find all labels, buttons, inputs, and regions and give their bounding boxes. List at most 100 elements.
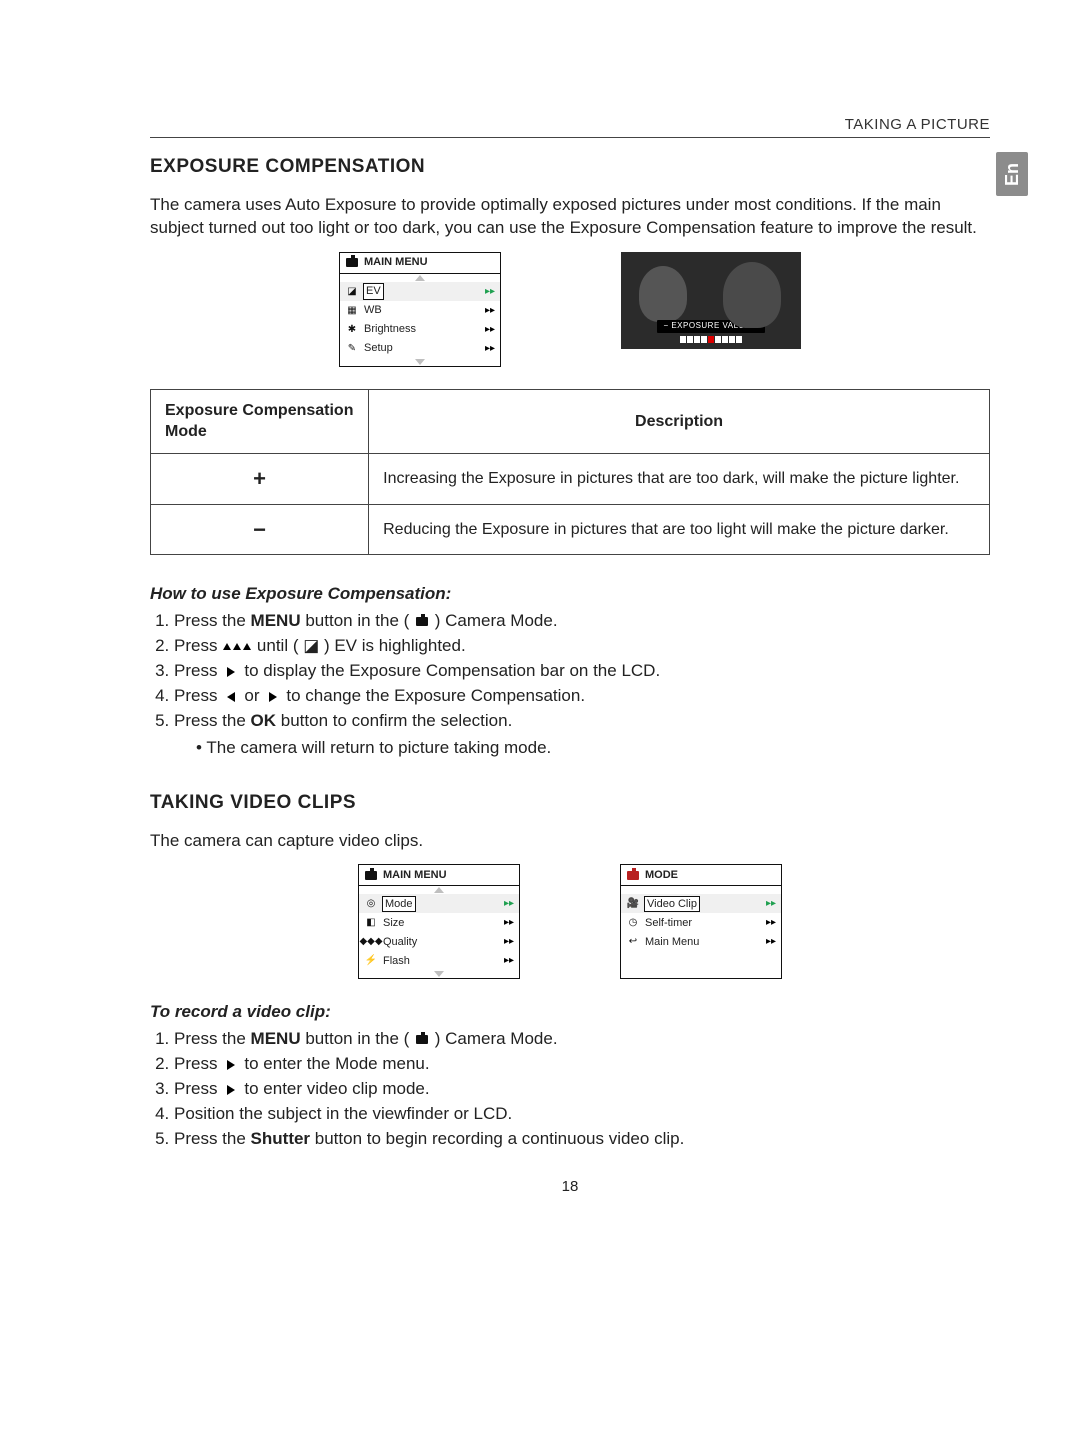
howto-video-title: To record a video clip: (150, 1001, 990, 1024)
menu-label: Setup (364, 341, 393, 356)
step-3: Press to display the Exposure Compensati… (174, 660, 990, 683)
step-1: Press the MENU button in the ( ) Camera … (174, 610, 990, 633)
menu-item-brightness: ✱ Brightness ▸▸ (340, 320, 500, 339)
menu-item-ev: ◪ EV ▸▸ (340, 282, 500, 301)
camera-icon (414, 1034, 430, 1046)
step-5: Press the Shutter button to begin record… (174, 1128, 990, 1151)
exposure-preview-screenshot: − EXPOSURE VALUE + (621, 252, 801, 367)
menu-item-setup: ✎ Setup ▸▸ (340, 339, 500, 358)
scroll-down-icon (340, 358, 500, 366)
minus-symbol: − (253, 517, 266, 542)
step-1: Press the MENU button in the ( ) Camera … (174, 1028, 990, 1051)
preview-image: − EXPOSURE VALUE + (621, 252, 801, 349)
exposure-value-label: − EXPOSURE VALUE + (657, 320, 764, 333)
page-number: 18 (150, 1177, 990, 1197)
table-head-desc: Description (369, 389, 990, 453)
menu-item-main-menu: ↩ Main Menu ▸▸ (621, 932, 781, 951)
table-row: − Reducing the Exposure in pictures that… (151, 504, 990, 555)
menu-label: Size (383, 916, 404, 931)
main-menu-screenshot-2: MAIN MENU ◎ Mode ▸▸ ◧ Size ▸▸ ◆◆◆ Qualit… (358, 864, 520, 979)
left-arrow-icon (227, 692, 235, 702)
step-2: Press to enter the Mode menu. (174, 1053, 990, 1076)
exposure-bar (680, 336, 742, 343)
camera-icon (346, 258, 358, 267)
menu-label: Flash (383, 954, 410, 969)
timer-icon: ◷ (627, 917, 639, 929)
chevron-right-icon: ▸▸ (485, 285, 495, 299)
camera-icon (414, 616, 430, 628)
menu-label: Mode (383, 897, 415, 912)
chevron-right-icon: ▸▸ (766, 935, 776, 949)
menu-item-mode: ◎ Mode ▸▸ (359, 894, 519, 913)
main-menu-screenshot: MAIN MENU ◪ EV ▸▸ ▦ WB ▸▸ ✱ Brightness ▸… (339, 252, 501, 367)
plus-symbol: + (253, 466, 266, 491)
right-arrow-icon (269, 692, 277, 702)
flash-icon: ⚡ (365, 955, 377, 967)
table-head-mode: Exposure Compensation Mode (151, 389, 369, 453)
menu-label: Quality (383, 935, 417, 950)
wb-icon: ▦ (346, 304, 358, 316)
step-5-note: • The camera will return to picture taki… (196, 737, 990, 760)
menu-item-size: ◧ Size ▸▸ (359, 913, 519, 932)
running-head: TAKING A PICTURE (150, 115, 990, 135)
camera-icon (627, 871, 639, 880)
section-video-title: TAKING VIDEO CLIPS (150, 790, 990, 816)
menu-label: EV (364, 284, 383, 299)
camera-icon (365, 871, 377, 880)
chevron-right-icon: ▸▸ (485, 304, 495, 318)
menu-label: Video Clip (645, 897, 699, 912)
chevron-right-icon: ▸▸ (485, 323, 495, 337)
menu-item-quality: ◆◆◆ Quality ▸▸ (359, 932, 519, 951)
scroll-down-icon (359, 970, 519, 978)
ev-icon: ◪ (303, 641, 319, 653)
menu-label: WB (364, 303, 382, 318)
table-row: + Increasing the Exposure in pictures th… (151, 453, 990, 504)
size-icon: ◧ (365, 917, 377, 929)
step-2: Press until ( ◪ ) EV is highlighted. (174, 635, 990, 658)
howto-exposure-steps: Press the MENU button in the ( ) Camera … (150, 610, 990, 760)
right-arrow-icon (227, 1060, 235, 1070)
chevron-right-icon: ▸▸ (485, 342, 495, 356)
star-icon: ✱ (346, 323, 358, 335)
menu-title: MAIN MENU (364, 255, 428, 270)
quality-icon: ◆◆◆ (365, 936, 377, 948)
chevron-right-icon: ▸▸ (504, 954, 514, 968)
menu-titlebar: MAIN MENU (340, 253, 500, 274)
menu-title: MODE (645, 868, 678, 883)
section-exposure-title: EXPOSURE COMPENSATION (150, 154, 990, 180)
table-cell-desc: Increasing the Exposure in pictures that… (369, 453, 990, 504)
step-4: Position the subject in the viewfinder o… (174, 1103, 990, 1126)
chevron-right-icon: ▸▸ (504, 897, 514, 911)
menu-title: MAIN MENU (383, 868, 447, 883)
wrench-icon: ✎ (346, 342, 358, 354)
ev-icon: ◪ (346, 285, 358, 297)
menu-label: Brightness (364, 322, 416, 337)
howto-exposure-title: How to use Exposure Compensation: (150, 583, 990, 606)
chevron-right-icon: ▸▸ (504, 935, 514, 949)
back-icon: ↩ (627, 936, 639, 948)
language-tab: En (996, 152, 1028, 196)
table-cell-desc: Reducing the Exposure in pictures that a… (369, 504, 990, 555)
step-5: Press the OK button to confirm the selec… (174, 710, 990, 760)
section-exposure-intro: The camera uses Auto Exposure to provide… (150, 194, 990, 240)
scroll-up-icon (621, 886, 781, 894)
howto-video-steps: Press the MENU button in the ( ) Camera … (150, 1028, 990, 1151)
up-arrows-icon (222, 636, 252, 655)
step-4: Press or to change the Exposure Compensa… (174, 685, 990, 708)
menu-item-self-timer: ◷ Self-timer ▸▸ (621, 913, 781, 932)
manual-page: TAKING A PICTURE En EXPOSURE COMPENSATIO… (0, 0, 1080, 1429)
exposure-mode-table: Exposure Compensation Mode Description +… (150, 389, 990, 556)
video-screenshots: MAIN MENU ◎ Mode ▸▸ ◧ Size ▸▸ ◆◆◆ Qualit… (150, 864, 990, 979)
exposure-screenshots: MAIN MENU ◪ EV ▸▸ ▦ WB ▸▸ ✱ Brightness ▸… (150, 252, 990, 367)
scroll-up-icon (340, 274, 500, 282)
menu-item-video-clip: 🎥 Video Clip ▸▸ (621, 894, 781, 913)
chevron-right-icon: ▸▸ (766, 916, 776, 930)
scroll-up-icon (359, 886, 519, 894)
header-rule (150, 137, 990, 138)
exposure-overlay: − EXPOSURE VALUE + (621, 320, 801, 343)
video-icon: 🎥 (627, 898, 639, 910)
menu-item-flash: ⚡ Flash ▸▸ (359, 951, 519, 970)
chevron-right-icon: ▸▸ (766, 897, 776, 911)
section-video-intro: The camera can capture video clips. (150, 830, 990, 853)
right-arrow-icon (227, 667, 235, 677)
